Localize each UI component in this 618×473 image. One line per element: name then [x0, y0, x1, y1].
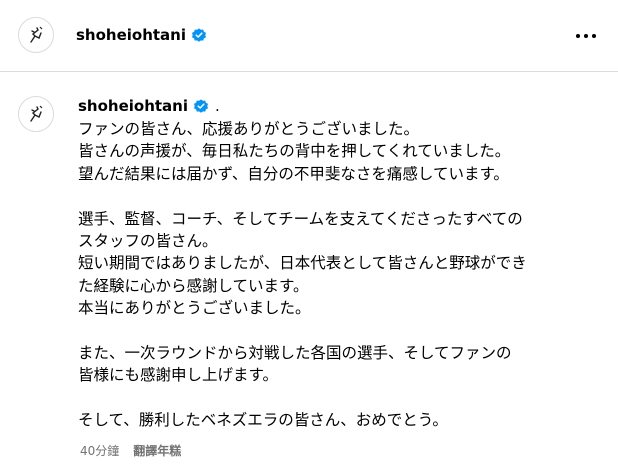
post-time[interactable]: 40分鐘	[80, 442, 119, 459]
header-username-wrap: shoheiohtani	[76, 24, 207, 46]
caption-line: また、一次ラウンドから対戦した各国の選手、そしてファンの	[78, 344, 512, 363]
verified-badge-icon	[192, 28, 207, 42]
caption-blank-line	[78, 320, 598, 342]
caption-line: スタッフの皆さん。	[78, 232, 218, 251]
header-username[interactable]: shoheiohtani	[76, 26, 186, 44]
post-caption-section: shoheiohtani . ファンの皆さん、応援ありがとうございました。皆さん…	[0, 73, 618, 473]
caption-line: ファンの皆さん、応援ありがとうございました。	[78, 120, 420, 138]
caption-blank-line	[78, 185, 598, 207]
caption-line: 望んだ結果には届かず、自分の不甲斐なさを痛感しています。	[78, 164, 509, 183]
caption-line: 短い期間ではありましたが、日本代表として皆さんと野球ができ	[78, 254, 527, 273]
caption-username[interactable]: shoheiohtani	[78, 97, 188, 115]
caption-line: そして、勝利したベネズエラの皆さん、おめでとう。	[78, 411, 448, 430]
more-dot	[584, 34, 588, 38]
caption-blank-line	[78, 387, 598, 409]
caption-line: 皆さんの声援が、毎日私たちの背中を押してくれていました。	[78, 142, 511, 161]
post-header: shoheiohtani	[0, 0, 618, 72]
caption-line: た経験に心から感謝しています。	[78, 276, 309, 295]
caption-line: 選手、監督、コーチ、そしてチームを支えてくださったすべての	[78, 209, 523, 228]
caption-avatar[interactable]	[18, 96, 54, 132]
caption-dot: .	[215, 97, 220, 115]
avatar[interactable]	[18, 17, 54, 53]
translate-button[interactable]: 翻譯年糕	[133, 442, 181, 459]
signature-logo-icon	[30, 26, 43, 43]
caption-text: ファンの皆さん、応援ありがとうございました。皆さんの声援が、毎日私たちの背中を押…	[78, 118, 598, 432]
caption-username-line: shoheiohtani .	[78, 96, 220, 116]
signature-logo-icon	[30, 105, 43, 122]
more-dot	[592, 34, 596, 38]
caption-line: 本当にありがとうございました。	[78, 299, 311, 318]
post-meta: 40分鐘 翻譯年糕	[80, 442, 181, 459]
more-horizontal-icon	[576, 34, 580, 38]
caption-line: 皆様にも感謝申し上げます。	[78, 366, 278, 385]
verified-badge-icon	[194, 99, 209, 113]
more-options-button[interactable]	[574, 24, 598, 48]
